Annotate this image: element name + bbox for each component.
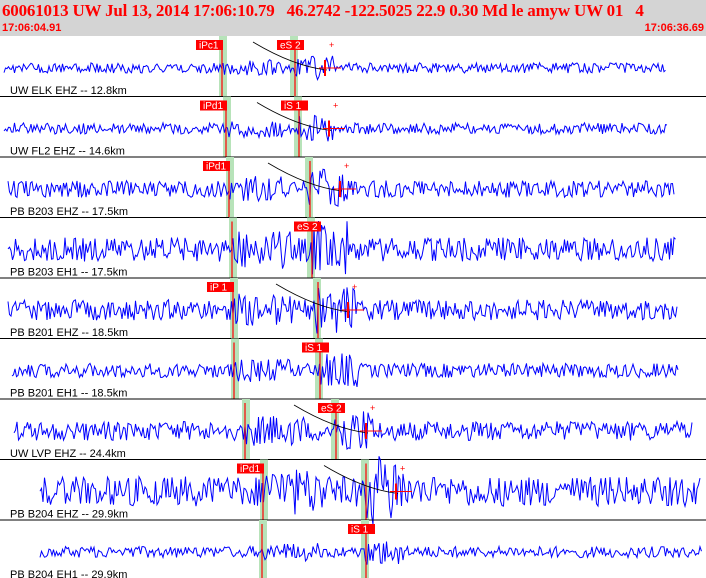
- p-pick-label[interactable]: iP 1: [207, 282, 234, 294]
- station-label: UW FL2 EHZ -- 14.6km: [10, 146, 125, 158]
- station-label: PB B204 EHZ -- 29.9km: [10, 509, 128, 521]
- coda-plus-marker: +: [333, 101, 338, 111]
- event-title: 60061013 UW Jul 13, 2014 17:06:10.79 46.…: [2, 1, 644, 20]
- s-pick-label-text: iS 1: [305, 343, 323, 354]
- s-pick-label-text: eS 2: [321, 404, 342, 415]
- coda-plus-marker: +: [400, 464, 405, 474]
- p-pick-label[interactable]: iPd1: [203, 161, 230, 173]
- station-label: PB B203 EH1 -- 17.5km: [10, 267, 127, 279]
- coda-plus-marker: +: [352, 282, 357, 292]
- window-end-time: 17:06:36.69: [644, 22, 704, 34]
- p-pick-label-text: iPd1: [206, 162, 226, 173]
- trace-row[interactable]: iS 1 PB B204 EH1 -- 29.9km: [10, 520, 702, 578]
- s-pick-label-text: iS 1: [284, 101, 302, 112]
- station-label: PB B201 EH1 -- 18.5km: [10, 388, 127, 400]
- waveform: [11, 353, 679, 388]
- p-pick-label-text: iPd1: [240, 464, 260, 475]
- s-pick-label-text: eS 2: [297, 222, 318, 233]
- p-pick-label-text: iPd1: [203, 101, 223, 112]
- p-pick-label-text: iPc1: [199, 41, 219, 52]
- p-pick-label[interactable]: iPd1: [200, 100, 227, 113]
- window-start-time: 17:06:04.91: [2, 22, 62, 34]
- waveform: [39, 456, 701, 525]
- s-pick-label[interactable]: iS 1: [302, 342, 329, 355]
- p-pick-label-text: iP 1: [210, 283, 227, 294]
- trace-row[interactable]: iPc1 eS 2 + UW ELK EHZ -- 12.8km: [0, 36, 706, 97]
- station-label: PB B201 EHZ -- 18.5km: [10, 327, 128, 339]
- s-pick-label[interactable]: iS 1: [281, 100, 308, 113]
- trace-row[interactable]: iPd1 + PB B204 EHZ -- 29.9km: [0, 456, 706, 525]
- p-pick-label[interactable]: iPd1: [237, 463, 264, 476]
- p-pick-band: [259, 520, 267, 578]
- event-header: 60061013 UW Jul 13, 2014 17:06:10.79 46.…: [0, 0, 706, 36]
- coda-plus-marker: +: [370, 403, 375, 413]
- coda-plus-marker: +: [329, 40, 334, 50]
- s-pick-label-text: iS 1: [351, 525, 369, 536]
- trace-row[interactable]: iS 1 PB B201 EH1 -- 18.5km: [0, 338, 706, 400]
- p-pick-band: [229, 217, 237, 278]
- s-pick-label[interactable]: eS 2: [318, 403, 345, 415]
- trace-row[interactable]: iPd1 iS 1 + UW FL2 EHZ -- 14.6km: [0, 96, 706, 158]
- s-pick-label-text: eS 2: [280, 41, 301, 52]
- p-pick-label[interactable]: iPc1: [196, 40, 223, 52]
- station-label: PB B204 EH1 -- 29.9km: [10, 569, 127, 578]
- p-pick-band: [242, 399, 250, 460]
- station-label: UW LVP EHZ -- 24.4km: [10, 448, 126, 460]
- s-pick-label[interactable]: iS 1: [348, 524, 375, 536]
- coda-plus-marker: +: [344, 161, 349, 171]
- seismogram-panel[interactable]: iPc1 eS 2 + UW ELK EHZ -- 12.8km iPd1 iS 1 + UW…: [0, 36, 706, 578]
- s-pick-label[interactable]: eS 2: [294, 221, 321, 234]
- p-pick-band: [231, 338, 239, 399]
- s-pick-label[interactable]: eS 2: [277, 40, 304, 52]
- waveform: [39, 541, 702, 565]
- station-label: PB B203 EHZ -- 17.5km: [10, 206, 128, 218]
- station-label: UW ELK EHZ -- 12.8km: [10, 85, 127, 97]
- trace-row[interactable]: iP 1 + PB B201 EHZ -- 18.5km: [0, 278, 706, 339]
- trace-row[interactable]: iPd1 + PB B203 EHZ -- 17.5km: [0, 157, 706, 218]
- trace-row[interactable]: eS 2 PB B203 EH1 -- 17.5km: [0, 217, 706, 279]
- trace-row[interactable]: eS 2 + UW LVP EHZ -- 24.4km: [0, 399, 706, 460]
